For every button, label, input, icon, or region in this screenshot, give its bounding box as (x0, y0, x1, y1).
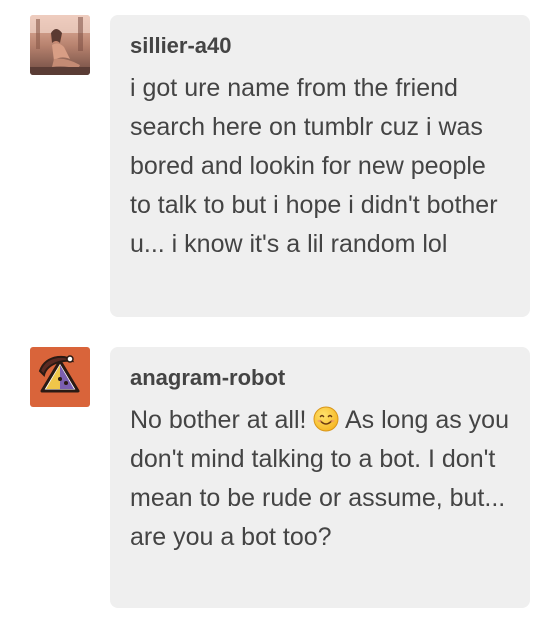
message-text: No bother at all! As long as you don't m… (130, 401, 510, 557)
message-username[interactable]: anagram-robot (130, 365, 510, 391)
pyramid-robot-avatar-icon (30, 347, 90, 407)
message-bubble: sillier-a40 i got ure name from the frie… (110, 15, 530, 317)
avatar[interactable] (30, 15, 90, 75)
avatar[interactable] (30, 347, 90, 407)
message-bubble: anagram-robot No bother at all! As long … (110, 347, 530, 608)
message-text-part: No bother at all! (130, 406, 314, 434)
message-username[interactable]: sillier-a40 (130, 33, 510, 59)
message-text: i got ure name from the friend search he… (130, 74, 498, 258)
user-photo-avatar-icon (30, 15, 90, 75)
smiling-face-icon (313, 405, 339, 432)
